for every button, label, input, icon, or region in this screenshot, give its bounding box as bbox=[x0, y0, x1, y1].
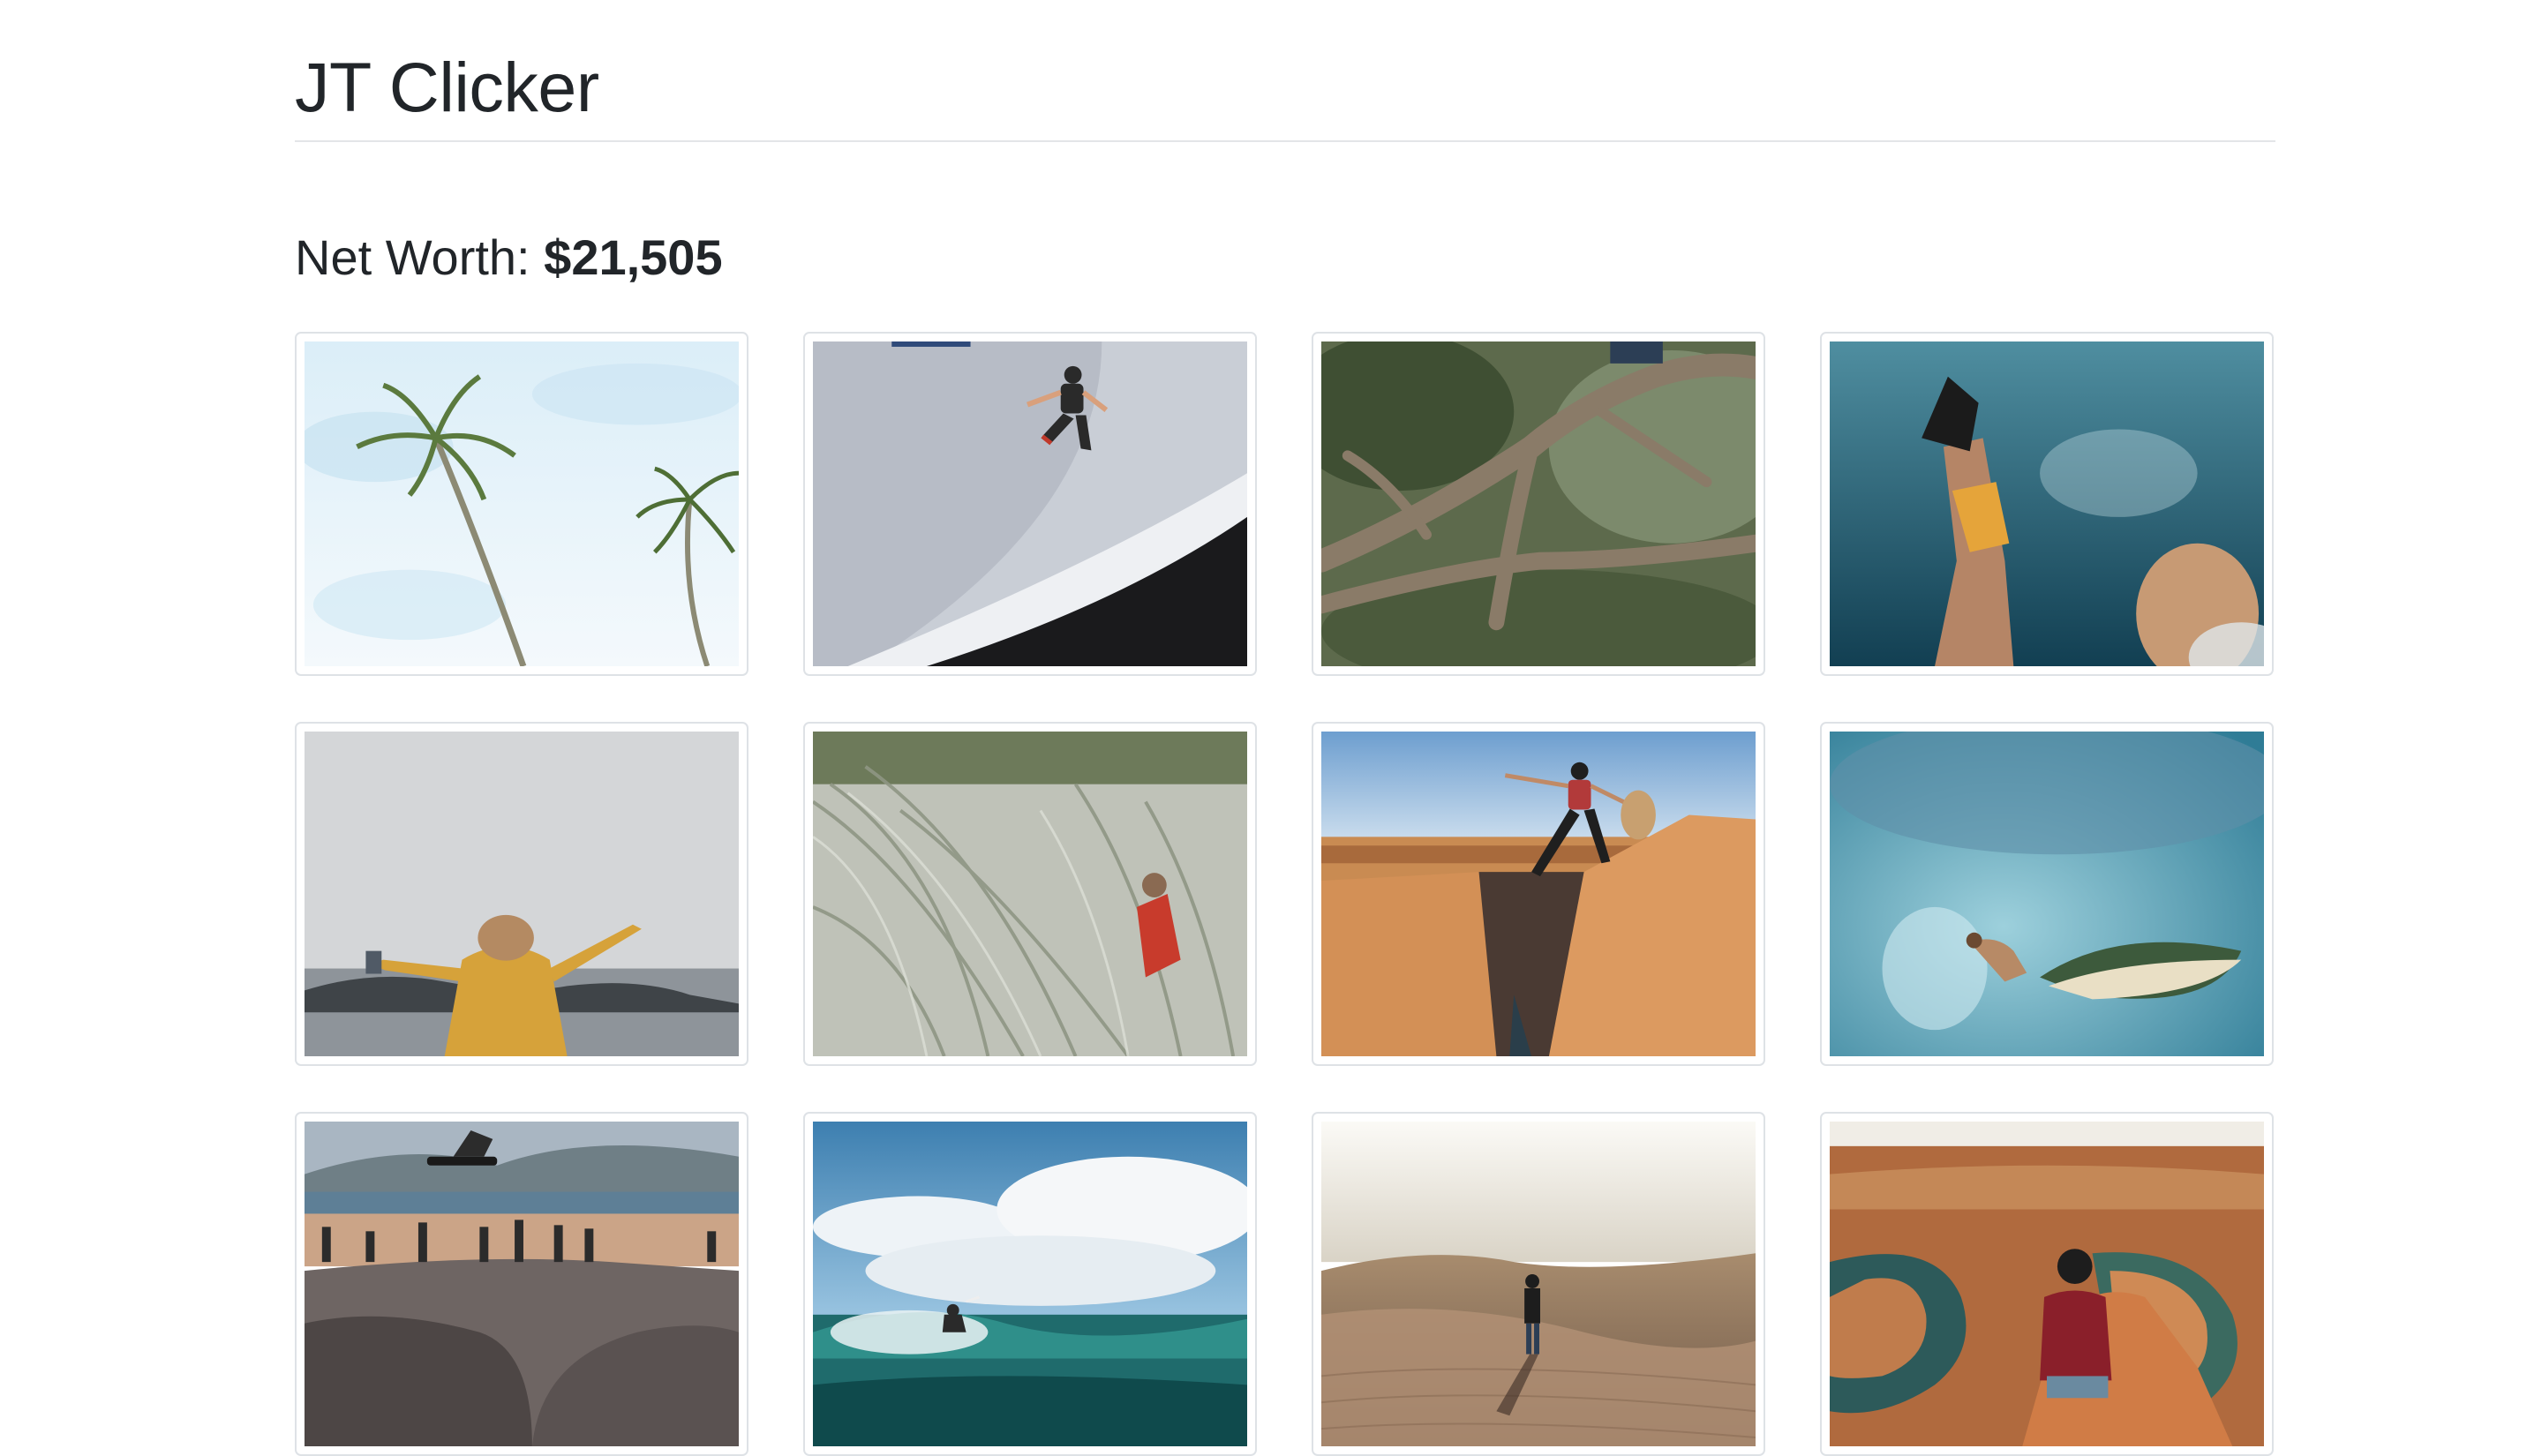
surfer-clouds-photo[interactable] bbox=[813, 1122, 1247, 1446]
net-worth: Net Worth: $21,505 bbox=[295, 227, 2275, 289]
underwater-fins-photo[interactable] bbox=[1830, 341, 2264, 666]
photo-card-skatepark-jump[interactable] bbox=[295, 1112, 748, 1456]
photo-card-tree-branches[interactable] bbox=[1312, 332, 1765, 676]
net-worth-value: $21,505 bbox=[544, 229, 723, 285]
dune-grass-photo[interactable] bbox=[813, 732, 1247, 1056]
photo-card-desert-dunes-walker[interactable] bbox=[1312, 1112, 1765, 1456]
tree-branches-photo[interactable] bbox=[1321, 341, 1756, 666]
jumping-man-photo[interactable] bbox=[813, 341, 1247, 666]
photo-card-dune-grass[interactable] bbox=[803, 722, 1257, 1066]
horseshoe-bend-photo[interactable] bbox=[1830, 1122, 2264, 1446]
photo-card-canyon-jump[interactable] bbox=[1312, 722, 1765, 1066]
title-divider bbox=[295, 140, 2275, 142]
photo-card-wave-barrel-surfer[interactable] bbox=[1820, 722, 2274, 1066]
photo-card-jumping-man[interactable] bbox=[803, 332, 1257, 676]
photo-card-palm-trees[interactable] bbox=[295, 332, 748, 676]
page-container: JT Clicker Net Worth: $21,505 bbox=[295, 0, 2275, 1456]
coat-arms-open-photo[interactable] bbox=[305, 732, 739, 1056]
photo-card-horseshoe-bend[interactable] bbox=[1820, 1112, 2274, 1456]
photo-card-coat-arms-open[interactable] bbox=[295, 722, 748, 1066]
page-title: JT Clicker bbox=[295, 48, 599, 126]
net-worth-label: Net Worth: bbox=[295, 229, 530, 285]
photo-grid bbox=[295, 332, 2275, 1456]
palm-trees-photo[interactable] bbox=[305, 341, 739, 666]
skatepark-jump-photo[interactable] bbox=[305, 1122, 739, 1446]
photo-card-underwater-fins[interactable] bbox=[1820, 332, 2274, 676]
desert-dunes-walker-photo[interactable] bbox=[1321, 1122, 1756, 1446]
photo-card-surfer-clouds[interactable] bbox=[803, 1112, 1257, 1456]
wave-barrel-surfer-photo[interactable] bbox=[1830, 732, 2264, 1056]
canyon-jump-photo[interactable] bbox=[1321, 732, 1756, 1056]
